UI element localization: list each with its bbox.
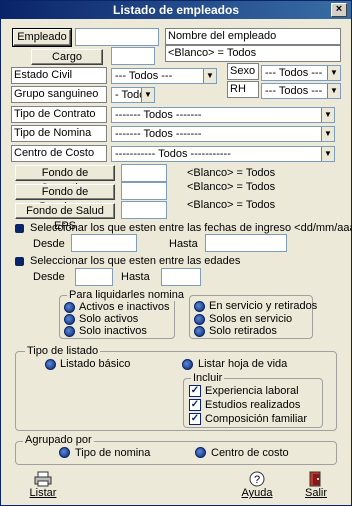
help-icon: ? <box>249 471 265 487</box>
empleado-button[interactable]: Empleado <box>12 28 72 47</box>
cargo-name-display: <Blanco> = Todos <box>165 45 341 62</box>
experiencia-checkbox[interactable]: ✓ <box>189 385 201 397</box>
estado-civil-value: --- Todos --- <box>115 70 173 82</box>
chevron-down-icon[interactable]: ▼ <box>321 108 334 122</box>
agrupado-costo-radio[interactable] <box>195 447 206 458</box>
servicio-option-0: En servicio y retirados <box>209 300 318 312</box>
centro-costo-label: Centro de Costo <box>11 145 107 162</box>
tipo-contrato-label: Tipo de Contrato <box>11 106 107 123</box>
grupo-sanguineo-select[interactable]: - Todos - ▼ <box>111 87 155 103</box>
edades-hasta-input[interactable] <box>161 268 201 286</box>
rh-value: --- Todos --- <box>265 85 323 97</box>
fondo-salud-button[interactable]: Fondo de Salud EPS <box>15 203 115 232</box>
listado-empleados-window: Listado de empleados × Empleado Nombre d… <box>0 0 352 506</box>
listar-label: Listar <box>29 487 57 499</box>
ayuda-button[interactable]: ? Ayuda <box>237 471 277 499</box>
chevron-down-icon[interactable]: ▼ <box>327 84 340 98</box>
fondo-cesantias-name: <Blanco> = Todos <box>187 167 276 179</box>
rh-select[interactable]: --- Todos --- ▼ <box>261 83 341 99</box>
hoja-vida-label: Listar hoja de vida <box>198 358 288 370</box>
chevron-down-icon[interactable]: ▼ <box>327 66 340 80</box>
agrupado-nomina-radio[interactable] <box>59 447 70 458</box>
listado-basico-label: Listado básico <box>60 358 131 370</box>
tipo-contrato-value: ------- Todos ------- <box>115 109 202 121</box>
sexo-select[interactable]: --- Todos --- ▼ <box>261 65 341 81</box>
exit-door-icon <box>309 471 321 487</box>
rh-label: RH <box>227 81 259 98</box>
servicio-option-0-radio[interactable] <box>194 301 205 312</box>
sexo-label: Sexo <box>227 63 259 80</box>
window-titlebar: Listado de empleados × <box>1 1 351 19</box>
liquidar-option-1-radio[interactable] <box>64 314 75 325</box>
liquidar-option-0-radio[interactable] <box>64 302 75 313</box>
tipo-nomina-value: ------- Todos ------- <box>115 128 202 140</box>
edades-label: Seleccionar los que esten entre las edad… <box>30 255 241 267</box>
servicio-option-1-radio[interactable] <box>194 314 205 325</box>
cargo-button[interactable]: Cargo <box>31 49 103 65</box>
fondo-pensiones-name: <Blanco> = Todos <box>187 181 276 193</box>
composicion-label: Composición familiar <box>205 413 308 425</box>
sexo-value: --- Todos --- <box>265 67 323 79</box>
estudios-label: Estudios realizados <box>205 399 301 411</box>
fondo-salud-name: <Blanco> = Todos <box>187 199 276 211</box>
chevron-down-icon[interactable]: ▼ <box>203 69 216 83</box>
agrupado-nomina-label: Tipo de nomina <box>75 447 151 459</box>
agrupado-costo-label: Centro de costo <box>211 447 289 459</box>
composicion-checkbox[interactable]: ✓ <box>189 413 201 425</box>
fechas-checkbox[interactable] <box>15 224 24 233</box>
tipo-nomina-select[interactable]: ------- Todos ------- ▼ <box>111 126 335 142</box>
fechas-desde-input[interactable] <box>71 234 137 252</box>
fechas-desde-label: Desde <box>33 238 65 250</box>
ayuda-label: Ayuda <box>241 487 273 499</box>
empleado-name-display: Nombre del empleado <box>165 28 341 45</box>
liquidar-option-2: Solo inactivos <box>79 325 147 337</box>
centro-costo-value: ----------- Todos ----------- <box>115 148 231 160</box>
servicio-option-2: Solo retirados <box>209 325 277 337</box>
fondo-pensiones-input[interactable] <box>121 182 167 200</box>
tipo-nomina-label: Tipo de Nomina <box>11 125 107 142</box>
fechas-hasta-input[interactable] <box>205 234 287 252</box>
estado-civil-select[interactable]: --- Todos --- ▼ <box>111 68 217 84</box>
window-title: Listado de empleados <box>112 3 240 17</box>
chevron-down-icon[interactable]: ▼ <box>321 127 334 141</box>
listado-basico-radio[interactable] <box>45 359 56 370</box>
empleado-input[interactable] <box>75 28 159 46</box>
salir-label: Salir <box>304 487 327 499</box>
printer-icon <box>34 471 52 487</box>
salir-button[interactable]: Salir <box>299 471 333 499</box>
cargo-input[interactable] <box>111 47 155 65</box>
fondo-cesantias-input[interactable] <box>121 164 167 182</box>
svg-text:?: ? <box>254 474 260 486</box>
tipo-contrato-select[interactable]: ------- Todos ------- ▼ <box>111 107 335 123</box>
edades-hasta-label: Hasta <box>121 271 150 283</box>
chevron-down-icon[interactable]: ▼ <box>321 147 334 161</box>
servicio-option-2-radio[interactable] <box>194 326 205 337</box>
hoja-vida-radio[interactable] <box>182 359 193 370</box>
edades-desde-label: Desde <box>33 271 65 283</box>
experiencia-label: Experiencia laboral <box>205 385 299 397</box>
chevron-down-icon[interactable]: ▼ <box>141 88 154 102</box>
grupo-sanguineo-label: Grupo sanguineo <box>11 86 107 103</box>
edades-desde-input[interactable] <box>75 268 113 286</box>
fondo-pensiones-button[interactable]: Fondo de Pensiones <box>15 184 115 213</box>
estudios-checkbox[interactable]: ✓ <box>189 399 201 411</box>
fechas-hasta-label: Hasta <box>169 238 198 250</box>
tipo-listado-title: Tipo de listado <box>25 345 101 357</box>
centro-costo-select[interactable]: ----------- Todos ----------- ▼ <box>111 146 335 162</box>
liquidar-group-title: Para liquidarles nomina <box>67 289 186 301</box>
liquidar-option-2-radio[interactable] <box>64 326 75 337</box>
fondo-salud-input[interactable] <box>121 201 167 219</box>
listar-button[interactable]: Listar <box>25 471 61 499</box>
estado-civil-label: Estado Civil <box>11 67 107 84</box>
fondo-cesantias-button[interactable]: Fondo de Cesantias <box>15 165 115 194</box>
close-icon[interactable]: × <box>331 3 347 17</box>
incluir-title: Incluir <box>191 372 225 384</box>
agrupado-title: Agrupado por <box>23 434 94 446</box>
edades-checkbox[interactable] <box>15 257 24 266</box>
